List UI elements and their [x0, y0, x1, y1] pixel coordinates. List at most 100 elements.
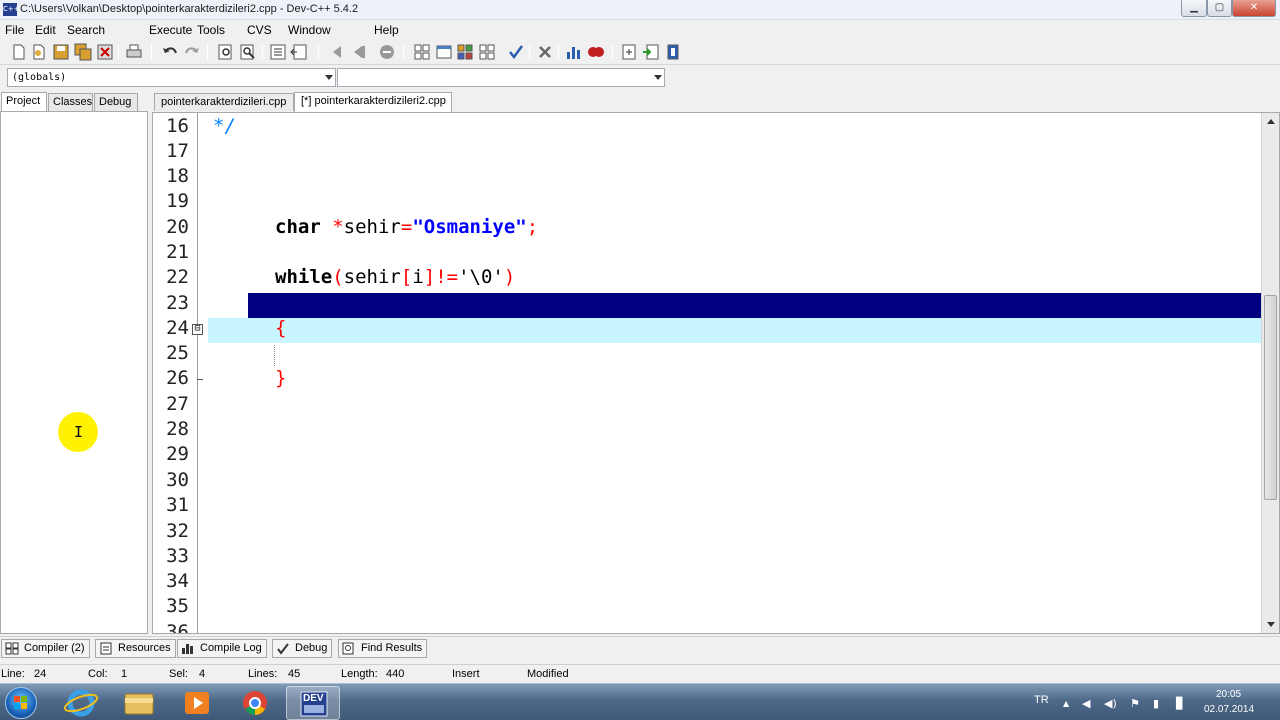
save-icon[interactable]	[52, 43, 70, 61]
close-button[interactable]: ✕	[1232, 0, 1276, 17]
code-line: 16 */	[153, 114, 1261, 139]
insert-icon[interactable]	[620, 43, 638, 61]
find-icon[interactable]	[217, 43, 235, 61]
tab-resources[interactable]: Resources	[95, 639, 176, 658]
goto-icon[interactable]	[378, 43, 396, 61]
taskbar-chrome[interactable]	[228, 686, 282, 720]
maximize-button[interactable]: ▢	[1207, 0, 1232, 17]
minimize-button[interactable]: ▁	[1181, 0, 1207, 17]
redo-icon[interactable]	[183, 43, 201, 61]
code-line: 27	[153, 392, 1261, 417]
language-indicator[interactable]: TR	[1034, 694, 1049, 706]
undo-icon[interactable]	[161, 43, 179, 61]
chevron-down-icon	[654, 75, 662, 80]
scroll-up-icon[interactable]	[1267, 119, 1275, 124]
clock-date[interactable]: 02.07.2014	[1204, 704, 1254, 715]
fold-toggle[interactable]: ⊟	[192, 324, 203, 335]
title-bar: C++ C:\Users\Volkan\Desktop\pointerkarak…	[0, 0, 1280, 20]
new-member-icon[interactable]	[435, 43, 453, 61]
tab-compiler[interactable]: Compiler (2)	[1, 639, 90, 658]
taskbar-media-player[interactable]	[170, 686, 224, 720]
clock-time[interactable]: 20:05	[1216, 689, 1241, 700]
speaker-muted-icon[interactable]: ◀	[1082, 697, 1090, 710]
chart-icon[interactable]	[565, 43, 583, 61]
tab-debug[interactable]: Debug	[94, 93, 138, 111]
line-number: 22	[166, 266, 189, 288]
new-class-icon[interactable]	[413, 43, 431, 61]
volume-icon[interactable]: ◀)	[1104, 697, 1117, 710]
replace-icon[interactable]	[239, 43, 257, 61]
tab-classes[interactable]: Classes	[48, 93, 93, 111]
action-center-icon[interactable]: ⚑	[1130, 697, 1140, 710]
class-browser-bar: (globals)	[0, 66, 1280, 90]
menu-edit[interactable]: Edit	[35, 23, 56, 37]
menu-search[interactable]: Search	[67, 23, 105, 37]
forward-icon[interactable]	[350, 43, 368, 61]
code-text: char *sehir="Osmaniye";	[275, 215, 538, 240]
status-insert-mode: Insert	[452, 668, 480, 680]
indent-icon[interactable]	[269, 43, 287, 61]
chrome-icon	[243, 691, 267, 715]
stop-icon[interactable]	[536, 43, 554, 61]
tab-project[interactable]: Project	[1, 92, 47, 112]
network-signal-icon[interactable]: ▊	[1176, 697, 1184, 710]
status-line-value: 24	[34, 668, 47, 680]
code-line: 35	[153, 594, 1261, 619]
toolbar-separator	[207, 44, 208, 60]
line-number: 25	[166, 342, 189, 364]
menu-file[interactable]: File	[5, 23, 24, 37]
tab-debug-output[interactable]: Debug	[272, 639, 333, 658]
identifier-token: sehir	[343, 266, 401, 288]
menu-help[interactable]: Help	[374, 23, 399, 37]
member-select[interactable]	[337, 68, 665, 87]
print-icon[interactable]	[125, 43, 143, 61]
tab-file-pointerkarakterdizileri[interactable]: pointerkarakterdizileri.cpp	[154, 93, 294, 111]
open-icon[interactable]	[30, 43, 48, 61]
unindent-icon[interactable]	[290, 43, 308, 61]
debug-icon[interactable]	[587, 43, 605, 61]
devcpp-app-icon[interactable]: C++	[3, 3, 20, 16]
new-file-icon[interactable]	[10, 43, 28, 61]
run-icon[interactable]	[478, 43, 496, 61]
scope-select-value: (globals)	[12, 72, 67, 83]
tab-find-results-label: Find Results	[361, 642, 423, 654]
resources-icon	[100, 642, 112, 655]
start-button[interactable]	[5, 687, 37, 719]
save-all-icon[interactable]	[74, 43, 92, 61]
status-col-label: Col:	[88, 668, 108, 680]
taskbar-devcpp[interactable]: DEV	[286, 686, 340, 720]
taskbar-internet-explorer[interactable]	[54, 686, 108, 720]
tab-file-pointerkarakterdizileri2[interactable]: [*] pointerkarakterdizileri2.cpp	[294, 92, 452, 112]
taskbar-explorer[interactable]	[112, 686, 166, 720]
char-token: '\0'	[458, 266, 504, 288]
menu-cvs[interactable]: CVS	[247, 23, 272, 37]
code-line: 31	[153, 493, 1261, 518]
scope-select[interactable]: (globals)	[7, 68, 336, 87]
code-editor[interactable]: 16 */ 17 18 19 20 char *sehir="Osmaniye"…	[152, 112, 1280, 634]
symbol-token: )	[503, 266, 516, 288]
toggle-icon[interactable]	[642, 43, 660, 61]
menu-tools[interactable]: Tools	[197, 23, 225, 37]
toolbar-separator	[262, 44, 263, 60]
project-browser[interactable]: I	[0, 111, 148, 634]
code-line: 18	[153, 164, 1261, 189]
folder-icon	[124, 693, 154, 715]
check-icon[interactable]	[507, 43, 525, 61]
scrollbar-thumb[interactable]	[1264, 295, 1277, 500]
tab-compile-log[interactable]: Compile Log	[177, 639, 267, 658]
scroll-down-icon[interactable]	[1267, 622, 1275, 627]
close-file-icon[interactable]	[96, 43, 114, 61]
vertical-scrollbar[interactable]	[1261, 113, 1279, 633]
compile-icon[interactable]	[456, 43, 474, 61]
code-line: 22 while(sehir[i]!='\0')	[153, 265, 1261, 290]
menu-window[interactable]: Window	[288, 23, 331, 37]
text-cursor-icon: I	[74, 423, 84, 441]
tab-find-results[interactable]: Find Results	[338, 639, 428, 658]
bookmark-icon[interactable]	[664, 43, 682, 61]
battery-icon[interactable]: ▮	[1153, 697, 1159, 710]
line-number: 33	[166, 545, 189, 567]
show-hidden-icons[interactable]: ▲	[1063, 699, 1069, 708]
back-icon[interactable]	[329, 43, 347, 61]
symbol-token: *	[320, 216, 344, 238]
menu-execute[interactable]: Execute	[149, 23, 192, 37]
